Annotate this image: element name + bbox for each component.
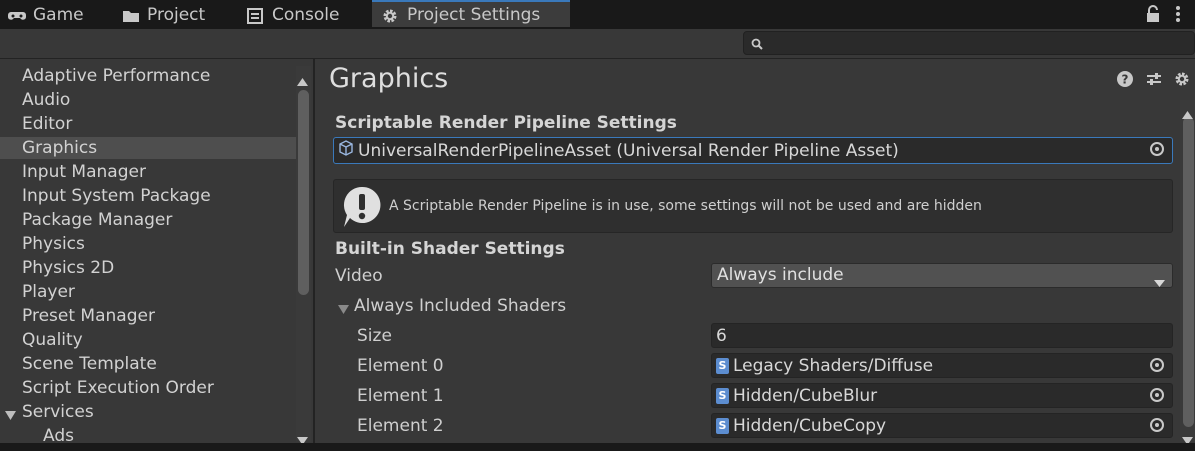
sidebar-item-script-execution-order[interactable]: Script Execution Order	[22, 376, 214, 400]
sidebar-item-scene-template[interactable]: Scene Template	[22, 352, 157, 376]
size-label: Size	[357, 326, 392, 346]
shader-icon: S	[716, 387, 729, 404]
element-1-value: Hidden/CubeBlur	[733, 385, 878, 406]
lock-icon[interactable]	[1146, 5, 1160, 28]
srp-asset-field[interactable]: UniversalRenderPipelineAsset (Universal …	[333, 137, 1173, 164]
sidebar-item-services[interactable]: Services	[22, 400, 94, 424]
folder-icon	[122, 8, 140, 22]
scroll-up-icon[interactable]	[297, 71, 308, 91]
sidebar-item-editor[interactable]: Editor	[22, 112, 72, 136]
info-exclamation-icon	[342, 185, 382, 234]
tab-project[interactable]: Project	[122, 0, 205, 29]
render-pipeline-asset-icon	[338, 139, 354, 163]
sidebar-item-physics-2d[interactable]: Physics 2D	[22, 256, 114, 280]
sidebar-item-adaptive-performance[interactable]: Adaptive Performance	[22, 64, 210, 88]
always-included-shaders-foldout[interactable]: Always Included Shaders	[354, 296, 566, 316]
main-scrollbar-thumb[interactable]	[1183, 117, 1194, 427]
builtin-shader-settings-header: Built-in Shader Settings	[335, 239, 565, 259]
sidebar-item-graphics[interactable]: Graphics	[22, 136, 97, 160]
sidebar-item-package-manager[interactable]: Package Manager	[22, 208, 172, 232]
size-value: 6	[716, 325, 727, 346]
kebab-menu-icon[interactable]	[1175, 5, 1181, 28]
element-2-field[interactable]: S Hidden/CubeCopy	[711, 413, 1173, 438]
gamepad-icon	[8, 8, 26, 22]
search-icon	[751, 35, 763, 55]
tab-label: Game	[33, 4, 84, 25]
element-1-label: Element 1	[357, 386, 444, 406]
tab-label: Project	[147, 4, 206, 25]
panel-divider[interactable]	[313, 59, 315, 451]
tab-game[interactable]: Game	[8, 0, 84, 29]
settings-gear-icon[interactable]	[1174, 71, 1190, 92]
help-text: A Scriptable Render Pipeline is in use, …	[389, 198, 982, 214]
sidebar-item-preset-manager[interactable]: Preset Manager	[22, 304, 155, 328]
element-0-label: Element 0	[357, 356, 444, 376]
sidebar-item-audio[interactable]: Audio	[22, 88, 70, 112]
object-picker-icon[interactable]	[1150, 388, 1164, 402]
svg-text:?: ?	[1122, 73, 1129, 87]
sidebar-item-quality[interactable]: Quality	[22, 328, 83, 352]
video-dropdown[interactable]: Always include	[711, 263, 1173, 288]
object-picker-icon[interactable]	[1150, 418, 1164, 432]
preset-sliders-icon[interactable]	[1146, 71, 1162, 92]
help-box: A Scriptable Render Pipeline is in use, …	[333, 179, 1173, 233]
srp-asset-value: UniversalRenderPipelineAsset (Universal …	[358, 140, 899, 161]
bottom-edge	[0, 443, 1195, 451]
element-0-value: Legacy Shaders/Diffuse	[733, 355, 934, 376]
object-picker-icon[interactable]	[1150, 142, 1164, 156]
video-dropdown-value: Always include	[717, 265, 844, 285]
size-field[interactable]: 6	[711, 323, 1173, 348]
sidebar-item-player[interactable]: Player	[22, 280, 75, 304]
object-picker-icon[interactable]	[1150, 358, 1164, 372]
tab-label: Console	[272, 4, 340, 25]
main-scroll-up-icon[interactable]	[1182, 104, 1193, 124]
element-1-field[interactable]: S Hidden/CubeBlur	[711, 383, 1173, 408]
sidebar-item-input-system-package[interactable]: Input System Package	[22, 184, 211, 208]
chevron-down-icon	[1154, 272, 1165, 295]
video-label: Video	[335, 266, 383, 286]
foldout-arrow-icon[interactable]	[338, 300, 349, 320]
element-2-label: Element 2	[357, 416, 444, 436]
sidebar-item-input-manager[interactable]: Input Manager	[22, 160, 146, 184]
services-expand-icon[interactable]	[5, 406, 16, 426]
page-title: Graphics	[329, 63, 449, 94]
srp-settings-header: Scriptable Render Pipeline Settings	[335, 113, 677, 133]
shader-icon: S	[716, 417, 729, 434]
help-icon[interactable]: ?	[1117, 71, 1133, 92]
tab-console[interactable]: Console	[247, 0, 340, 29]
tab-project-settings[interactable]: Project Settings	[372, 0, 570, 27]
sidebar-scrollbar-thumb[interactable]	[298, 90, 309, 295]
console-icon	[247, 7, 265, 24]
search-input[interactable]	[743, 31, 1195, 55]
tab-label: Project Settings	[407, 4, 541, 25]
sidebar-item-physics[interactable]: Physics	[22, 232, 85, 256]
shader-icon: S	[716, 357, 729, 374]
element-0-field[interactable]: S Legacy Shaders/Diffuse	[711, 353, 1173, 378]
gear-icon	[382, 8, 400, 22]
element-2-value: Hidden/CubeCopy	[733, 415, 887, 436]
